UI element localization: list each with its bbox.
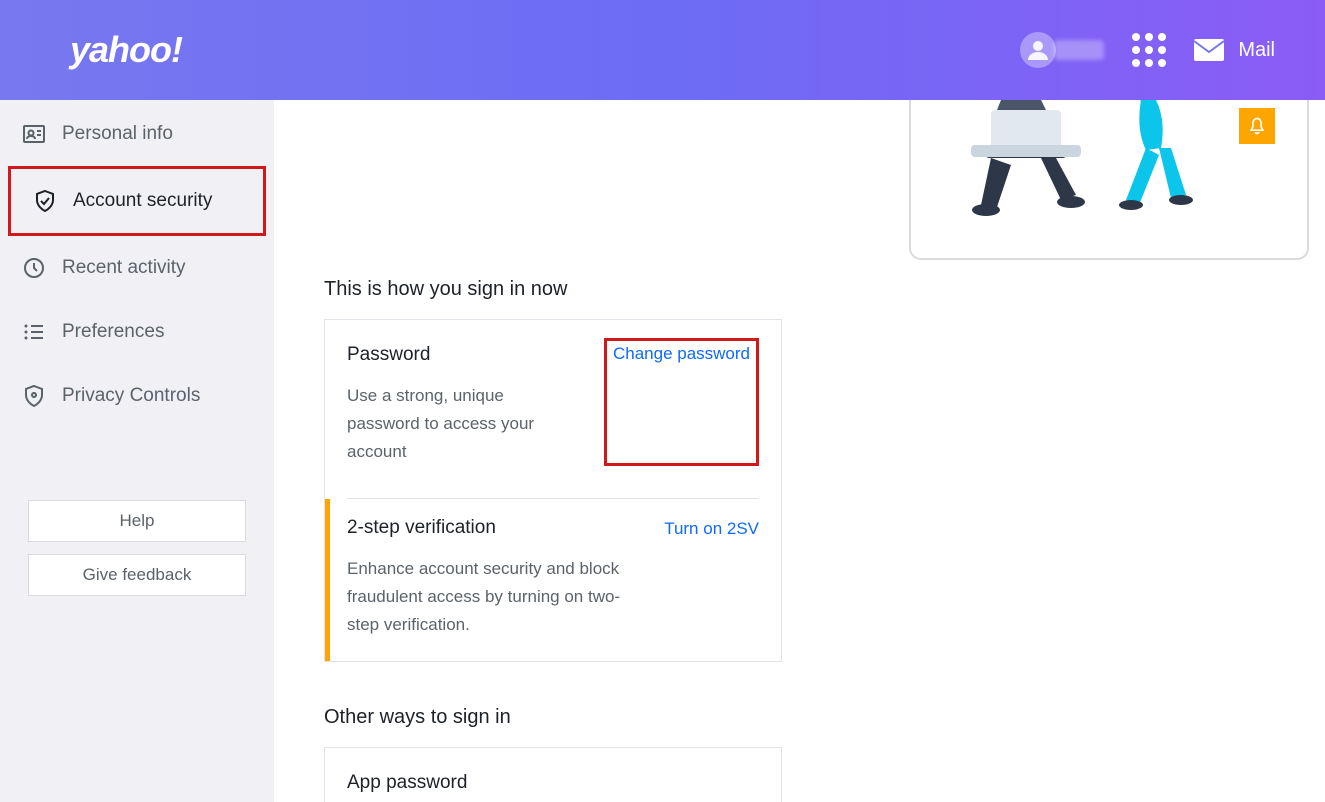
sidebar-item-recent-activity[interactable]: Recent activity bbox=[0, 236, 274, 300]
mail-link[interactable]: Mail bbox=[1194, 39, 1275, 62]
two-step-section: 2-step verification Enhance account secu… bbox=[325, 499, 759, 661]
person-walking-illustration bbox=[1111, 100, 1211, 220]
user-icon bbox=[1026, 38, 1050, 62]
envelope-icon bbox=[1194, 39, 1224, 61]
highlight-box: Account security bbox=[8, 166, 266, 236]
app-password-card: App password bbox=[324, 747, 782, 802]
sidebar: Personal info Account security Recent ac… bbox=[0, 100, 274, 802]
id-card-icon bbox=[22, 122, 46, 146]
notification-bell-badge bbox=[1239, 108, 1275, 144]
help-button[interactable]: Help bbox=[28, 500, 246, 542]
sidebar-item-label: Recent activity bbox=[62, 257, 186, 279]
list-icon bbox=[22, 320, 46, 344]
shield-icon bbox=[33, 189, 57, 213]
password-desc: Use a strong, unique password to access … bbox=[347, 382, 580, 466]
mail-label: Mail bbox=[1238, 39, 1275, 62]
header-right: Mail bbox=[1020, 32, 1275, 68]
give-feedback-button[interactable]: Give feedback bbox=[28, 554, 246, 596]
section-heading-other-ways: Other ways to sign in bbox=[324, 706, 1275, 729]
username-blurred bbox=[1054, 40, 1104, 60]
sidebar-item-label: Personal info bbox=[62, 123, 173, 145]
sidebar-item-label: Account security bbox=[73, 190, 212, 212]
sidebar-item-privacy-controls[interactable]: Privacy Controls bbox=[0, 364, 274, 428]
sidebar-item-label: Preferences bbox=[62, 321, 164, 343]
main-content: This is how you sign in now Password Use… bbox=[274, 100, 1325, 802]
change-password-link[interactable]: Change password bbox=[613, 342, 750, 363]
app-header: yahoo! Mail bbox=[0, 0, 1325, 100]
avatar[interactable] bbox=[1020, 32, 1056, 68]
sidebar-buttons: Help Give feedback bbox=[0, 500, 274, 596]
bell-icon bbox=[1247, 116, 1267, 136]
hero-illustration bbox=[889, 100, 1309, 260]
section-heading-signin: This is how you sign in now bbox=[324, 278, 1275, 301]
two-step-title: 2-step verification bbox=[347, 517, 640, 539]
sidebar-item-personal-info[interactable]: Personal info bbox=[0, 102, 274, 166]
person-sitting-illustration bbox=[961, 100, 1091, 220]
password-title: Password bbox=[347, 344, 580, 366]
sidebar-item-preferences[interactable]: Preferences bbox=[0, 300, 274, 364]
clock-icon bbox=[22, 256, 46, 280]
two-step-desc: Enhance account security and block fraud… bbox=[347, 555, 640, 639]
shield-gear-icon bbox=[22, 384, 46, 408]
sidebar-item-label: Privacy Controls bbox=[62, 385, 200, 407]
turn-on-2sv-link[interactable]: Turn on 2SV bbox=[664, 517, 759, 639]
apps-grid-icon[interactable] bbox=[1132, 33, 1166, 67]
signin-card: Password Use a strong, unique password t… bbox=[324, 319, 782, 662]
sidebar-item-account-security[interactable]: Account security bbox=[11, 169, 263, 233]
password-section: Password Use a strong, unique password t… bbox=[347, 344, 759, 470]
yahoo-logo[interactable]: yahoo! bbox=[70, 29, 182, 71]
app-password-title: App password bbox=[347, 772, 759, 794]
highlight-box: Change password bbox=[604, 338, 759, 466]
